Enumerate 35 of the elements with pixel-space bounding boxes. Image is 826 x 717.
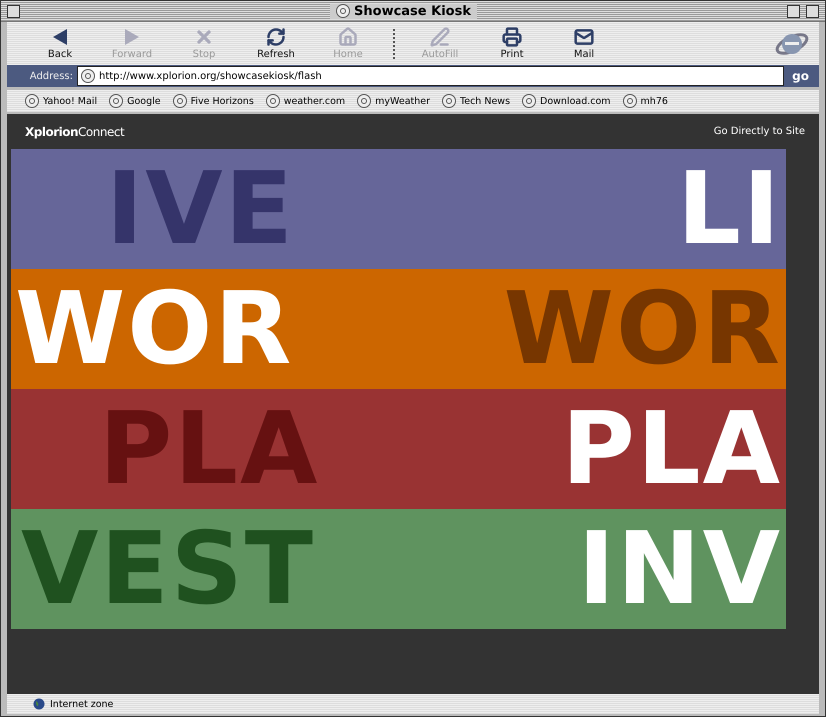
favorite-link[interactable]: Five Horizons [172, 94, 254, 108]
close-box[interactable] [7, 4, 20, 18]
banner-word: PLA [562, 399, 782, 499]
site-link[interactable]: Go Directly to Site [714, 126, 805, 137]
banner-word: WOR [504, 279, 782, 379]
refresh-icon [266, 27, 286, 47]
favorite-link[interactable]: Yahoo! Mail [25, 94, 98, 108]
banner-word: LI [677, 159, 782, 259]
globe-icon [33, 698, 45, 710]
favorite-link[interactable]: mh76 [622, 94, 668, 108]
banner-word: VEST [21, 519, 315, 619]
favorite-link[interactable]: Download.com [522, 94, 611, 108]
pen-icon [430, 27, 450, 47]
status-zone: Internet zone [50, 698, 114, 710]
favorite-link[interactable]: Google [109, 94, 161, 108]
url-text: http://www.xplorion.org/showcasekiosk/flash [99, 70, 322, 82]
toolbar-button[interactable]: Back [27, 24, 93, 64]
address-label: Address: [28, 70, 73, 82]
window-title: Showcase Kiosk [330, 4, 477, 18]
go-button[interactable]: go [788, 69, 813, 83]
address-field[interactable]: http://www.xplorion.org/showcasekiosk/flash [77, 66, 784, 86]
banner-word: WOR [15, 279, 294, 379]
toolbar-button[interactable]: Print [479, 24, 545, 64]
toolbar-button[interactable]: Mail [551, 24, 617, 64]
zoom-box[interactable] [787, 4, 800, 18]
banner-word: INV [578, 519, 782, 619]
envelope-icon [574, 27, 594, 47]
favorite-link[interactable]: Tech News [442, 94, 510, 108]
home-icon [338, 27, 358, 47]
favorite-link[interactable]: weather.com [266, 94, 346, 108]
site-logo: XplorionConnect [25, 124, 124, 138]
favorite-link[interactable]: myWeather [357, 94, 430, 108]
printer-icon [502, 27, 522, 47]
toolbar-button[interactable]: Refresh [243, 24, 309, 64]
collapse-box[interactable] [806, 4, 819, 18]
